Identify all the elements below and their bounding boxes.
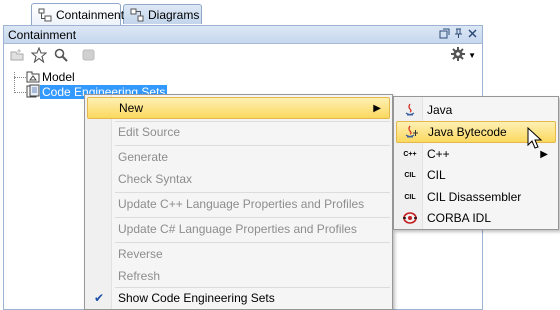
submenu-item-label: CIL xyxy=(427,168,446,182)
submenu-item-cil[interactable]: CIL CIL xyxy=(396,164,556,186)
menu-item-reverse[interactable]: Reverse xyxy=(87,243,390,265)
tab-label: Diagrams xyxy=(148,7,200,22)
corba-idl-icon xyxy=(401,210,419,226)
menu-item-label: New xyxy=(119,101,144,115)
submenu-item-corba-idl[interactable]: CORBA IDL xyxy=(396,207,556,229)
containment-icon xyxy=(38,8,52,22)
cpp-icon: C++ xyxy=(403,150,417,158)
new-element-icon[interactable] xyxy=(8,46,26,64)
menu-item-label: Update C++ Language Properties and Profi… xyxy=(118,197,365,211)
submenu-item-label: CORBA IDL xyxy=(427,211,492,225)
tree-item-label: Model xyxy=(42,70,75,84)
tab-label: Containment xyxy=(56,7,125,22)
context-menu: New ▶ Edit Source Generate Check Syntax … xyxy=(84,94,393,310)
menu-item-edit-source[interactable]: Edit Source xyxy=(87,121,390,143)
tab-diagrams[interactable]: Diagrams xyxy=(123,4,202,24)
cil-icon: CIL xyxy=(404,171,416,179)
mouse-cursor-icon xyxy=(527,126,545,151)
close-icon[interactable] xyxy=(467,28,478,39)
cil-disassembler-icon: CIL xyxy=(404,193,416,201)
menu-item-check-syntax[interactable]: Check Syntax xyxy=(87,168,390,190)
tab-bar: Containment Diagrams xyxy=(0,0,560,26)
float-icon[interactable] xyxy=(439,28,450,39)
submenu-item-cil-disassembler[interactable]: CIL CIL Disassembler xyxy=(396,186,556,208)
favorite-star-icon[interactable] xyxy=(30,46,48,64)
menu-item-update-csharp-properties[interactable]: Update C# Language Properties and Profil… xyxy=(87,218,390,240)
diagrams-icon xyxy=(130,8,144,22)
menu-item-generate[interactable]: Generate xyxy=(87,146,390,168)
menu-item-label: Check Syntax xyxy=(118,172,193,186)
menu-item-new[interactable]: New ▶ xyxy=(87,97,390,119)
tab-containment[interactable]: Containment xyxy=(31,3,125,25)
pin-icon[interactable] xyxy=(453,28,464,39)
java-icon xyxy=(401,102,419,118)
menu-item-update-cpp-properties[interactable]: Update C++ Language Properties and Profi… xyxy=(87,193,390,215)
menu-item-label: Show Code Engineering Sets xyxy=(118,291,275,305)
menu-item-show-code-engineering-sets[interactable]: ✔ Show Code Engineering Sets xyxy=(87,287,390,309)
java-bytecode-icon xyxy=(402,124,420,140)
panel-toolbar: ▼ xyxy=(4,44,482,66)
menu-item-label: Generate xyxy=(118,150,169,164)
checkmark-icon: ✔ xyxy=(94,291,105,305)
menu-item-label: Update C# Language Properties and Profil… xyxy=(118,222,357,236)
chevron-down-icon: ▼ xyxy=(468,51,476,60)
new-submenu: Java Java Bytecode C++ C++ ▶ CIL CIL CIL… xyxy=(393,96,559,230)
submenu-item-label: Java xyxy=(427,103,453,117)
menu-item-refresh[interactable]: Refresh xyxy=(87,265,390,287)
menu-item-label: Reverse xyxy=(118,247,163,261)
settings-gear-icon xyxy=(451,47,466,64)
submenu-item-label: C++ xyxy=(427,147,450,161)
search-icon[interactable] xyxy=(52,46,70,64)
settings-menu[interactable]: ▼ xyxy=(451,47,476,64)
submenu-item-java[interactable]: Java xyxy=(396,99,556,121)
submenu-item-label: CIL Disassembler xyxy=(427,190,522,204)
panel-title: Containment xyxy=(8,27,77,42)
panel-header: Containment xyxy=(4,26,482,44)
code-engineering-icon xyxy=(26,84,40,101)
menu-item-label: Edit Source xyxy=(118,125,181,139)
collapse-icon[interactable] xyxy=(80,46,98,64)
submenu-item-label: Java Bytecode xyxy=(428,125,507,139)
menu-item-label: Refresh xyxy=(118,269,161,283)
chevron-right-icon: ▶ xyxy=(373,102,381,114)
